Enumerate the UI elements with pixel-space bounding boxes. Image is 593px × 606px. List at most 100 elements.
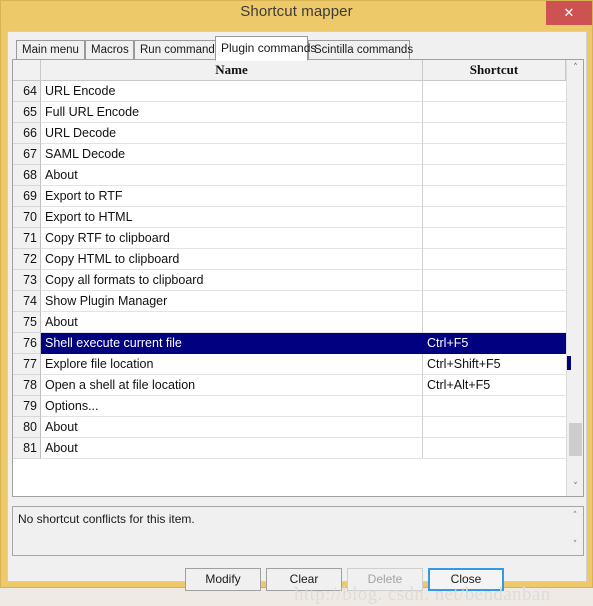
row-command-name: Copy HTML to clipboard [41,249,423,270]
selection-marker [567,356,571,370]
row-index: 79 [13,396,41,417]
row-shortcut [423,165,566,186]
dialog-button-bar: Modify Clear Delete Close [8,568,588,598]
row-index: 64 [13,81,41,102]
list-vertical-scrollbar[interactable]: ˄ ˅ [566,60,583,496]
row-shortcut [423,438,566,459]
conflict-status-box: No shortcut conflicts for this item. ˄ ˅ [12,506,584,556]
close-window-button[interactable]: ✕ [546,1,592,25]
row-command-name: About [41,165,423,186]
table-row[interactable]: 76 Shell execute current file Ctrl+F5 [13,333,566,354]
row-index: 73 [13,270,41,291]
list-rows: 64 URL Encode 65 Full URL Encode 66 URL Decod… [13,81,566,476]
row-index: 76 [13,333,41,354]
row-command-name: Shell execute current file [41,333,423,354]
row-command-name: URL Decode [41,123,423,144]
column-header-index[interactable] [13,60,41,81]
table-row[interactable]: 79 Options... [13,396,566,417]
row-shortcut [423,186,566,207]
row-index: 78 [13,375,41,396]
shortcut-mapper-window: Shortcut mapper ✕ Main menu Macros Run c… [0,0,593,605]
row-shortcut [423,144,566,165]
row-index: 67 [13,144,41,165]
row-index: 75 [13,312,41,333]
row-index: 70 [13,207,41,228]
tab-macros[interactable]: Macros [85,40,134,60]
row-command-name: Options... [41,396,423,417]
row-shortcut [423,81,566,102]
row-index: 77 [13,354,41,375]
row-command-name: Open a shell at file location [41,375,423,396]
row-shortcut: Ctrl+Alt+F5 [423,375,566,396]
row-index: 68 [13,165,41,186]
table-row[interactable]: 75 About [13,312,566,333]
row-command-name: About [41,438,423,459]
row-command-name: Export to HTML [41,207,423,228]
row-shortcut [423,102,566,123]
tab-scintilla-commands[interactable]: Scintilla commands [308,40,413,60]
row-shortcut [423,207,566,228]
table-row[interactable]: 71 Copy RTF to clipboard [13,228,566,249]
table-row[interactable]: 73 Copy all formats to clipboard [13,270,566,291]
tab-label: Plugin commands [221,41,317,55]
table-row[interactable]: 68 About [13,165,566,186]
row-index: 65 [13,102,41,123]
status-scrollbar[interactable]: ˄ ˅ [567,507,583,555]
row-index: 69 [13,186,41,207]
table-row[interactable]: 67 SAML Decode [13,144,566,165]
tab-label: Main menu [22,44,79,56]
table-row[interactable]: 72 Copy HTML to clipboard [13,249,566,270]
row-index: 71 [13,228,41,249]
scrollbar-thumb[interactable] [569,423,582,456]
tab-main-menu[interactable]: Main menu [16,40,85,60]
tab-run-commands[interactable]: Run commands [134,40,221,60]
table-row[interactable]: 69 Export to RTF [13,186,566,207]
shortcut-list[interactable]: Name Shortcut 64 URL Encode 65 Full URL Enc… [12,59,584,497]
row-shortcut [423,270,566,291]
table-row[interactable]: 64 URL Encode [13,81,566,102]
status-scroll-up-arrow-icon[interactable]: ˄ [567,509,583,524]
column-header-name[interactable]: Name [41,60,423,81]
status-scroll-down-arrow-icon[interactable]: ˅ [567,538,583,553]
dialog-client-area: Main menu Macros Run commands Plugin com… [7,31,587,605]
scroll-down-arrow-icon[interactable]: ˅ [567,479,584,496]
row-shortcut [423,417,566,438]
row-index: 81 [13,438,41,459]
conflict-status-text: No shortcut conflicts for this item. [18,512,195,526]
tab-label: Run commands [140,44,221,56]
table-row[interactable]: 81 About [13,438,566,459]
row-shortcut [423,123,566,144]
title-bar: Shortcut mapper ✕ [1,1,592,28]
tab-plugin-commands[interactable]: Plugin commands [215,36,316,61]
row-shortcut [423,312,566,333]
list-header-row: Name Shortcut [13,60,566,81]
row-command-name: Full URL Encode [41,102,423,123]
table-row[interactable]: 70 Export to HTML [13,207,566,228]
row-index: 66 [13,123,41,144]
row-shortcut [423,291,566,312]
table-row[interactable]: 80 About [13,417,566,438]
row-command-name: Copy RTF to clipboard [41,228,423,249]
table-row[interactable]: 78 Open a shell at file location Ctrl+Alt+… [13,375,566,396]
row-command-name: Show Plugin Manager [41,291,423,312]
row-command-name: Export to RTF [41,186,423,207]
row-index: 74 [13,291,41,312]
row-command-name: SAML Decode [41,144,423,165]
row-index: 80 [13,417,41,438]
column-header-shortcut[interactable]: Shortcut [423,60,566,81]
row-command-name: Explore file location [41,354,423,375]
table-row[interactable]: 77 Explore file location Ctrl+Shift+F5 [13,354,566,375]
row-index: 72 [13,249,41,270]
row-shortcut [423,396,566,417]
table-row[interactable]: 66 URL Decode [13,123,566,144]
row-shortcut [423,249,566,270]
window-title: Shortcut mapper [240,3,353,20]
row-shortcut: Ctrl+F5 [423,333,566,354]
scroll-up-arrow-icon[interactable]: ˄ [567,60,584,77]
row-shortcut: Ctrl+Shift+F5 [423,354,566,375]
table-row[interactable]: 74 Show Plugin Manager [13,291,566,312]
row-shortcut [423,228,566,249]
row-command-name: Copy all formats to clipboard [41,270,423,291]
tab-label: Macros [91,44,129,56]
table-row[interactable]: 65 Full URL Encode [13,102,566,123]
